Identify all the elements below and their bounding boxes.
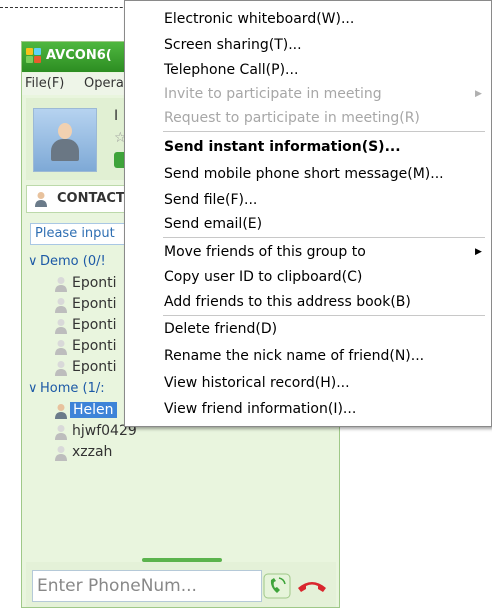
profile-name: I <box>114 108 119 124</box>
group-home[interactable]: ∨ Home (1/: <box>28 381 105 396</box>
menu-item-invite-meeting: Invite to participate in meeting <box>164 86 382 102</box>
menu-item-send-sms[interactable]: Send mobile phone short message(M)... <box>164 165 444 183</box>
menu-item-copy-user-id[interactable]: Copy user ID to clipboard(C) <box>164 268 362 286</box>
chevron-down-icon: ∨ <box>28 381 38 396</box>
menu-operation[interactable]: Opera <box>84 76 124 91</box>
avatar[interactable] <box>33 108 97 172</box>
menu-item-screen-sharing[interactable]: Screen sharing(T)... <box>164 36 302 54</box>
menu-separator <box>163 237 485 238</box>
group-demo[interactable]: ∨ Demo (0/! <box>28 254 106 269</box>
menu-item-request-meeting: Request to participate in meeting(R) <box>164 110 420 126</box>
friend-person-icon <box>55 277 67 292</box>
menu-item-send-email[interactable]: Send email(E) <box>164 215 262 233</box>
app-title: AVCON6( <box>46 48 112 63</box>
tab-contacts-label: CONTACT <box>57 191 125 206</box>
menu-item-view-friend-info[interactable]: View friend information(I)... <box>164 400 356 418</box>
submenu-arrow-icon: ▶ <box>475 247 482 257</box>
menu-file[interactable]: File(F) <box>25 76 64 91</box>
menu-item-send-file[interactable]: Send file(F)... <box>164 191 257 209</box>
friend-person-icon <box>55 361 67 376</box>
menu-item-delete-friend[interactable]: Delete friend(D) <box>164 320 277 338</box>
friend-person-icon <box>55 340 67 355</box>
phone-call-icon[interactable] <box>262 570 292 602</box>
hang-up-icon[interactable] <box>294 570 330 602</box>
menu-item-telephone-call[interactable]: Telephone Call(P)... <box>164 61 298 79</box>
friend-person-icon <box>55 425 67 440</box>
menu-item-move-friends[interactable]: Move friends of this group to <box>164 243 366 261</box>
contacts-person-icon <box>35 192 47 207</box>
friend-person-icon <box>55 404 67 419</box>
friend-person-icon <box>55 319 67 334</box>
menu-item-add-to-address-book[interactable]: Add friends to this address book(B) <box>164 293 411 311</box>
friend-person-icon <box>55 298 67 313</box>
avcon-logo-icon <box>26 48 42 64</box>
dial-panel: Enter PhoneNum... <box>26 562 336 607</box>
submenu-arrow-icon: ▶ <box>475 89 482 99</box>
friend-context-menu: Electronic whiteboard(W)... Screen shari… <box>124 0 492 427</box>
menu-item-send-instant-information[interactable]: Send instant information(S)... <box>164 138 401 156</box>
menu-item-electronic-whiteboard[interactable]: Electronic whiteboard(W)... <box>164 10 354 28</box>
friend-person-icon <box>55 446 67 461</box>
menu-separator <box>163 131 485 132</box>
phone-number-input[interactable]: Enter PhoneNum... <box>32 570 262 602</box>
menu-item-view-history[interactable]: View historical record(H)... <box>164 374 350 392</box>
chevron-down-icon: ∨ <box>28 254 38 269</box>
menu-separator <box>163 315 485 316</box>
menu-item-rename-friend[interactable]: Rename the nick name of friend(N)... <box>164 347 424 365</box>
